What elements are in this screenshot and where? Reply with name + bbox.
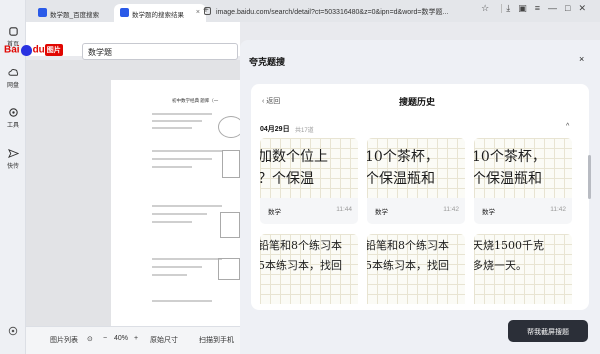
- text-line: [152, 158, 212, 160]
- window-close-icon[interactable]: ✕: [578, 3, 594, 13]
- tab-label: 数学题_百度搜索: [50, 12, 100, 19]
- item-time: 11:42: [550, 206, 566, 213]
- item-subject: 数学: [268, 209, 281, 216]
- collapse-icon[interactable]: ^: [566, 123, 569, 130]
- chevron-icon[interactable]: ⊙: [87, 335, 93, 343]
- history-count: 共17道: [295, 128, 314, 134]
- extension-icon[interactable]: ▣: [518, 3, 535, 13]
- thumbnail-text: 5本练习本，找回: [260, 259, 342, 272]
- text-line: [152, 300, 212, 302]
- tab-label: 数学题的搜索结果: [132, 12, 184, 19]
- history-item[interactable]: 天烧1500千克 多烧一天。: [474, 234, 572, 304]
- sidebar-item-send[interactable]: 快传: [0, 148, 26, 170]
- figure-triangle: [222, 150, 240, 178]
- maximize-icon[interactable]: □: [565, 3, 578, 13]
- text-line: [152, 205, 222, 207]
- scan-to-phone-button[interactable]: 扫描到手机: [199, 335, 234, 345]
- home-icon: [8, 27, 18, 36]
- baidu-paw-icon: [120, 8, 129, 17]
- scrollbar[interactable]: [588, 155, 591, 199]
- sidebar-item-cloud[interactable]: 网盘: [0, 67, 26, 89]
- thumbnail-text: ？个保温: [260, 171, 314, 187]
- star-icon[interactable]: ☆: [481, 3, 497, 13]
- thumbnail-text: 10个茶杯，: [367, 149, 439, 165]
- settings-icon[interactable]: [8, 326, 18, 336]
- item-subject: 数学: [482, 209, 495, 216]
- question-thumbnail: 10个茶杯， 个保温瓶和: [367, 138, 465, 198]
- figure-shape: [220, 212, 240, 238]
- text-line: [152, 258, 222, 260]
- text-line: [152, 113, 212, 115]
- thumbnail-text: 加数个位上: [260, 149, 328, 165]
- sidebar-item-tools[interactable]: 工具: [0, 107, 26, 129]
- baidu-paw-icon: [20, 44, 32, 56]
- screenshot-search-button[interactable]: 帮我截屏搜题: [508, 320, 588, 342]
- logo-text: Bai: [4, 44, 20, 56]
- logo-badge: 图片: [44, 44, 63, 56]
- text-line: [152, 213, 207, 215]
- text-line: [152, 127, 192, 129]
- text-line: [152, 274, 187, 276]
- text-line: [152, 266, 202, 268]
- logo-text: du: [32, 44, 45, 56]
- thumbnail-text: 多烧一天。: [474, 259, 527, 272]
- toolbar-icons: ☆ ⤓▣≡—□✕: [481, 3, 594, 14]
- text-line: [152, 166, 192, 168]
- baidu-paw-icon: [38, 8, 47, 17]
- thumbnail-text: 个保温瓶和: [367, 171, 435, 187]
- thumbnail-text: 天烧1500千克: [474, 239, 544, 252]
- send-icon: [7, 148, 19, 159]
- cloud-icon: [7, 69, 18, 76]
- item-time: 11:44: [336, 206, 352, 213]
- thumbnail-text: 5本练习本，找回: [367, 259, 449, 272]
- history-date: 04月29日: [260, 126, 290, 133]
- text-line: [152, 221, 192, 223]
- question-thumbnail: 加数个位上 ？个保温: [260, 138, 358, 198]
- zoom-in-button[interactable]: +: [134, 335, 138, 342]
- address-bar[interactable]: image.baidu.com/search/detail?ct=5033164…: [200, 3, 450, 19]
- address-text: image.baidu.com/search/detail?ct=5033164…: [216, 9, 449, 16]
- minimize-icon[interactable]: —: [548, 3, 565, 13]
- sidebar-item-label: 快传: [6, 164, 19, 170]
- search-input[interactable]: 数学题: [82, 43, 238, 60]
- image-list-button[interactable]: 图片列表: [50, 335, 78, 345]
- figure-shape: [218, 258, 240, 280]
- tool-icon: [8, 108, 18, 117]
- original-size-button[interactable]: 原始尺寸: [150, 335, 178, 345]
- sidebar-item-label: 工具: [6, 123, 19, 129]
- item-time: 11:42: [443, 206, 459, 213]
- text-line: [152, 120, 202, 122]
- menu-icon[interactable]: ≡: [535, 3, 548, 13]
- back-label: 返回: [266, 98, 281, 105]
- close-icon[interactable]: ×: [579, 54, 584, 64]
- baidu-logo[interactable]: Bai du 图片: [4, 44, 63, 56]
- bottom-toolbar: 图片列表 ⊙ − 40% + 原始尺寸 扫描到手机: [26, 326, 240, 354]
- thumbnail-text: 铅笔和8个练习本: [260, 239, 342, 252]
- history-item[interactable]: 10个茶杯， 个保温瓶和 数学 11:42: [474, 138, 572, 224]
- thumbnail-text: 铅笔和8个练习本: [367, 239, 449, 252]
- thumbnail-text: 10个茶杯，: [474, 149, 546, 165]
- text-line: [152, 150, 222, 152]
- tab-image-results[interactable]: 数学题的搜索结果 ×: [114, 4, 206, 22]
- question-thumbnail: 10个茶杯， 个保温瓶和: [474, 138, 572, 198]
- history-item[interactable]: 加数个位上 ？个保温 数学 11:44: [260, 138, 358, 224]
- history-item[interactable]: 铅笔和8个练习本 5本练习本，找回: [367, 234, 465, 304]
- history-title: 搜题历史: [399, 97, 436, 107]
- zoom-level: 40%: [114, 335, 129, 342]
- thumbnail-text: 个保温瓶和: [474, 171, 542, 187]
- item-subject: 数学: [375, 209, 388, 216]
- zoom-out-button[interactable]: −: [103, 335, 107, 342]
- document-title: 初中数学经典 题库（一: [172, 98, 219, 103]
- panel-title: 夸克题搜: [249, 57, 286, 67]
- history-item[interactable]: 铅笔和8个练习本 5本练习本，找回: [260, 234, 358, 304]
- history-item[interactable]: 10个茶杯， 个保温瓶和 数学 11:42: [367, 138, 465, 224]
- sidebar-item-label: 网盘: [6, 83, 19, 89]
- download-icon[interactable]: ⤓: [506, 3, 518, 13]
- tab-baidu-search[interactable]: 数学题_百度搜索: [32, 4, 114, 22]
- lock-icon: [204, 7, 211, 15]
- back-button[interactable]: ‹ 返回: [262, 96, 280, 106]
